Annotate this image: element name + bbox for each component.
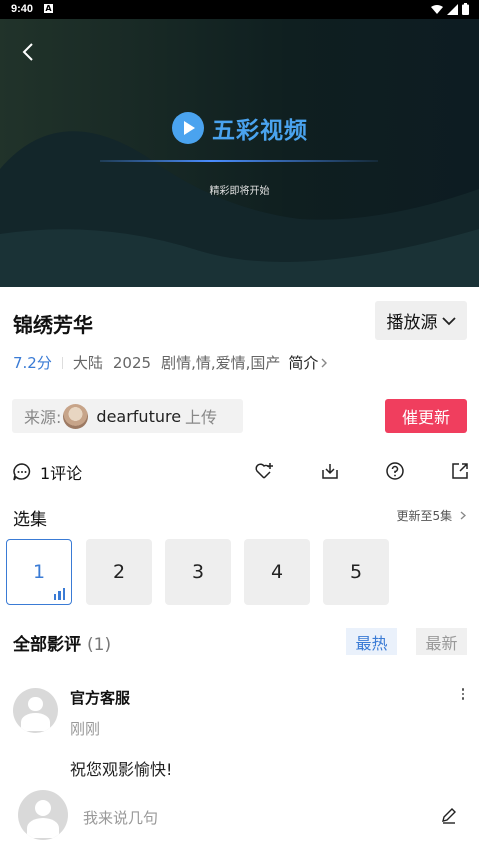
urge-update-button[interactable]: 催更新 bbox=[385, 399, 467, 433]
intro-link[interactable]: 简介 bbox=[288, 352, 318, 373]
uploader-name: dearfuture bbox=[96, 406, 182, 426]
comment-user[interactable]: 官方客服 bbox=[70, 687, 130, 708]
score: 7.2分 bbox=[13, 354, 52, 372]
episode-number: 2 bbox=[112, 561, 126, 583]
player-background bbox=[0, 19, 479, 287]
chevron-down-icon bbox=[441, 316, 456, 325]
episode-4[interactable]: 4 bbox=[244, 539, 310, 605]
signal-icon bbox=[447, 3, 458, 15]
comments-button[interactable]: 1评论 bbox=[12, 460, 82, 484]
episodes-heading: 选集 bbox=[13, 510, 47, 530]
year: 2025 bbox=[112, 353, 152, 372]
status-bar: 9:40 A bbox=[0, 0, 479, 19]
show-title: 锦绣芳华 bbox=[13, 313, 93, 337]
episode-number: 5 bbox=[349, 561, 363, 583]
favorite-add-icon[interactable] bbox=[254, 461, 274, 481]
my-avatar bbox=[18, 790, 68, 840]
status-time: 9:40 bbox=[11, 3, 34, 15]
region: 大陆 bbox=[72, 354, 103, 372]
download-icon[interactable] bbox=[320, 461, 340, 481]
reviews-title: 全部影评 bbox=[13, 635, 81, 655]
episode-number: 1 bbox=[32, 561, 46, 583]
episode-5[interactable]: 5 bbox=[323, 539, 389, 605]
reviews-heading: 全部影评 (1) bbox=[13, 630, 111, 655]
player-brand: 五彩视频 bbox=[172, 111, 308, 145]
comment-text: 祝您观影愉快! bbox=[70, 760, 173, 779]
video-player[interactable]: 五彩视频 精彩即将开始 bbox=[0, 19, 479, 287]
episode-2[interactable]: 2 bbox=[86, 539, 152, 605]
battery-icon bbox=[462, 3, 469, 15]
back-icon[interactable] bbox=[18, 41, 40, 63]
playing-indicator-icon bbox=[53, 588, 65, 600]
more-options-icon[interactable] bbox=[460, 688, 466, 704]
episode-3[interactable]: 3 bbox=[165, 539, 231, 605]
loading-line bbox=[100, 160, 378, 162]
loading-text: 精彩即将开始 bbox=[209, 186, 270, 197]
edit-icon[interactable] bbox=[440, 806, 458, 824]
comments-count: 1评论 bbox=[40, 464, 83, 483]
notification-a-icon: A bbox=[44, 4, 53, 13]
brand-name: 五彩视频 bbox=[212, 118, 308, 144]
sort-hot-button[interactable]: 最热 bbox=[346, 628, 397, 655]
divider bbox=[61, 356, 63, 369]
uploader-chip[interactable]: 来源: dearfuture 上传 bbox=[12, 399, 243, 433]
episode-number: 4 bbox=[270, 561, 284, 583]
sort-new-button[interactable]: 最新 bbox=[416, 628, 467, 655]
show-meta: 7.2分 大陆 2025 剧情,情,爱情,国产 简介 bbox=[13, 352, 328, 373]
upload-suffix: 上传 bbox=[185, 408, 218, 427]
play-source-button[interactable]: 播放源 bbox=[375, 301, 467, 340]
uploader-avatar bbox=[63, 403, 89, 429]
help-icon[interactable] bbox=[385, 461, 405, 481]
episode-number: 3 bbox=[191, 561, 205, 583]
comment-input[interactable]: 我来说几句 bbox=[83, 807, 158, 828]
reviews-count: (1) bbox=[87, 635, 112, 655]
avatar[interactable] bbox=[13, 688, 58, 733]
chevron-right-icon bbox=[321, 358, 328, 367]
action-bar: 1评论 bbox=[0, 458, 479, 484]
share-icon[interactable] bbox=[450, 461, 470, 481]
genres: 剧情,情,爱情,国产 bbox=[161, 354, 281, 372]
comment-icon bbox=[13, 463, 31, 481]
wifi-icon bbox=[431, 4, 443, 14]
update-to-link[interactable]: 更新至5集 bbox=[397, 507, 467, 524]
play-source-label: 播放源 bbox=[386, 313, 438, 333]
chevron-right-icon bbox=[460, 511, 466, 520]
source-label: 来源: bbox=[24, 408, 62, 427]
play-icon[interactable] bbox=[172, 112, 204, 144]
comment-time: 刚刚 bbox=[70, 720, 101, 738]
episode-1[interactable]: 1 bbox=[6, 539, 72, 605]
update-to-label: 更新至5集 bbox=[396, 509, 453, 523]
